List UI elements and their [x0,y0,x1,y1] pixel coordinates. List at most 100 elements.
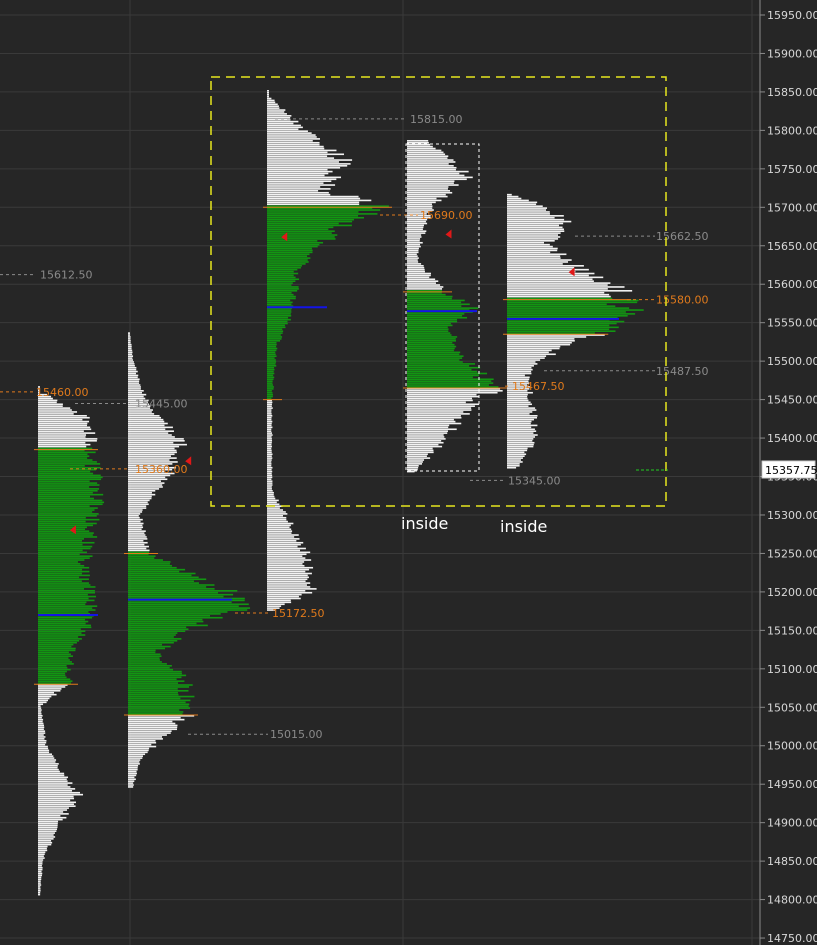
profile-row [128,638,182,640]
profile-row [407,180,455,183]
profile-row [407,349,454,352]
profile-row [128,378,140,381]
profile-row [128,730,172,732]
profile-row [128,593,234,596]
profile-row [38,622,86,625]
profile-row [128,590,238,592]
profile-row [38,645,72,648]
profile-row [128,663,167,665]
profile-row [267,540,297,542]
profile-row [128,701,186,704]
profile-row [407,257,419,259]
chart-background [0,0,817,945]
profile-row [267,190,319,192]
profile-row [407,322,451,325]
profile-row [267,230,335,232]
profile-row [507,330,616,332]
profile-row [128,645,171,648]
profile-row [128,493,156,496]
profile-row [128,447,175,450]
profile-row [267,424,272,427]
profile-row [38,434,87,436]
profile-row [267,290,298,292]
profile-row [267,547,306,550]
profile-row [507,288,608,290]
profile-row [38,776,69,779]
profile-row [507,407,536,409]
profile-row [128,643,163,646]
profile-row [38,505,90,507]
profile-row [128,382,140,384]
profile-row [267,465,272,467]
axis-tick-label: 14950.00 [767,778,817,791]
profile-row [38,440,97,442]
profile-row [128,653,161,656]
profile-row [267,572,312,575]
profile-row [38,484,100,486]
profile-row [128,384,141,386]
profile-row [38,849,48,852]
profile-row [128,549,150,552]
profile-row [128,361,134,363]
level-label: 15360.00 [135,463,188,476]
profile-row [128,561,171,563]
level-label: 15172.50 [272,607,325,620]
profile-row [267,530,293,532]
profile-row [407,330,449,332]
profile-row [38,513,99,515]
profile-row [128,716,181,719]
profile-row [38,515,97,517]
profile-row [38,453,88,456]
profile-row [407,422,462,425]
profile-row [267,538,300,540]
profile-row [407,193,446,196]
profile-row [407,424,450,427]
profile-row [407,201,436,204]
profile-row [38,443,91,446]
profile-row [267,555,303,557]
profile-row [267,316,289,319]
annotation-inside-2: inside [500,517,547,536]
profile-row [507,361,536,363]
profile-row [38,626,92,629]
profile-row [507,207,548,209]
profile-row [38,493,104,496]
profile-row [507,328,610,331]
profile-row [38,791,80,794]
profile-row [128,711,184,713]
profile-row [407,336,458,338]
profile-row [267,103,278,106]
profile-row [38,866,43,869]
profile-row [267,528,292,531]
profile-row [407,451,434,454]
profile-row [38,482,98,484]
profile-row [407,259,418,261]
profile-row [407,236,422,238]
profile-row [38,593,88,596]
profile-row [407,318,458,321]
profile-row [38,695,52,698]
profile-row [38,797,75,800]
profile-row [267,113,287,115]
profile-row [38,463,101,465]
profile-row [128,520,141,523]
profile-row [128,591,219,594]
profile-row [128,507,147,509]
profile-row [128,689,189,692]
profile-row [507,253,567,256]
profile-row [128,601,232,604]
profile-row [407,303,470,306]
profile-row [38,663,74,665]
profile-row [507,222,564,225]
profile-row [407,234,422,236]
profile-row [407,468,418,471]
profile-row [128,572,196,575]
profile-row [507,338,575,340]
profile-row [128,336,131,338]
profile-row [38,749,50,752]
profile-row [267,326,286,329]
profile-row [267,153,344,156]
profile-row [38,603,86,606]
profile-row [38,874,42,877]
profile-row [407,251,419,254]
